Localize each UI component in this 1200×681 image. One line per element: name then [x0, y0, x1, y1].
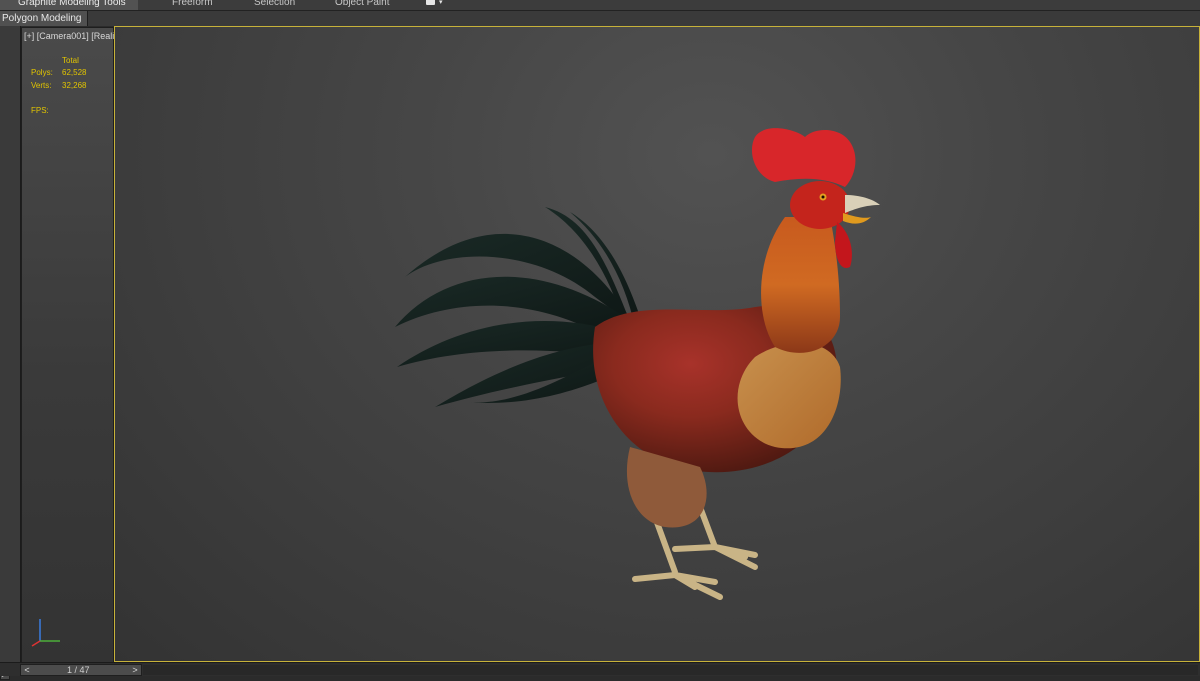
time-slider-bar: < 1 / 47 > — [0, 662, 1200, 676]
tab-graphite-modeling-tools[interactable]: Graphite Modeling Tools — [0, 0, 138, 10]
stats-verts-label: Verts: — [31, 81, 52, 90]
rooster-comb — [751, 128, 856, 187]
stats-verts-value: 32,268 — [62, 81, 87, 90]
panel-title[interactable]: Polygon Modeling — [0, 11, 88, 26]
side-viewport[interactable]: [+] [Camera001] [Realistic] Total Polys:… — [21, 27, 130, 663]
main-viewport[interactable] — [114, 26, 1200, 662]
stats-fps-label: FPS: — [31, 106, 49, 115]
prev-frame-button[interactable]: < — [22, 665, 32, 675]
dropdown-arrow-icon[interactable]: ▾ — [439, 0, 443, 6]
timeline-track[interactable] — [143, 665, 1198, 675]
left-command-strip: ▶ — [0, 26, 21, 680]
stats-total-header: Total — [62, 56, 79, 65]
rooster-beak — [845, 195, 880, 213]
ribbon-pin-icon[interactable] — [426, 0, 435, 5]
rooster-neck — [761, 217, 840, 353]
rooster-wattle — [835, 222, 852, 268]
tab-object-paint[interactable]: Object Paint — [329, 0, 395, 10]
stats-polys-label: Polys: — [31, 68, 53, 77]
tab-freeform[interactable]: Freeform — [166, 0, 219, 10]
rooster-model[interactable] — [115, 27, 1200, 663]
ribbon-bar: Graphite Modeling Tools Freeform Selecti… — [0, 0, 1200, 11]
time-slider[interactable]: < 1 / 47 > — [20, 664, 142, 676]
stats-polys-value: 62,528 — [62, 68, 87, 77]
ribbon-panel-area — [88, 11, 1200, 26]
rooster-head — [790, 181, 850, 229]
next-frame-button[interactable]: > — [130, 665, 140, 675]
tab-selection[interactable]: Selection — [248, 0, 301, 10]
frame-counter: 1 / 47 — [67, 665, 90, 675]
axis-gizmo-icon — [31, 619, 60, 647]
